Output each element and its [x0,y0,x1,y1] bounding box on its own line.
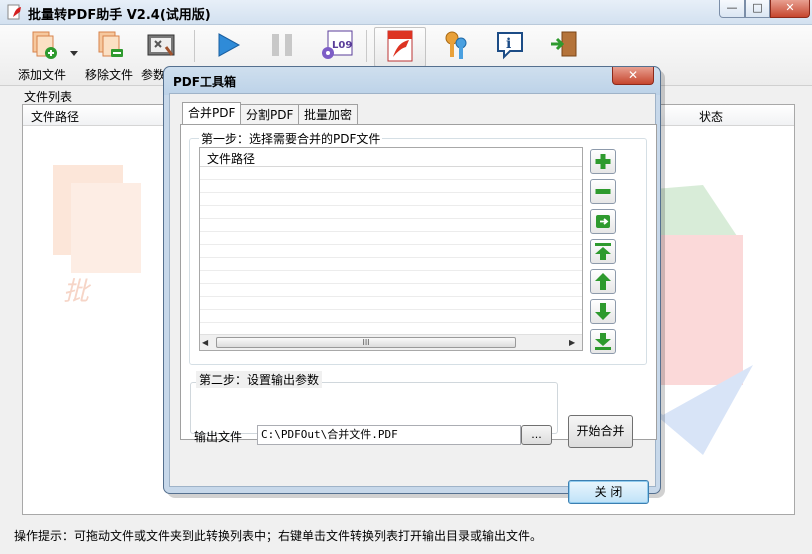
list-gridline [200,283,582,284]
move-down-button[interactable] [590,299,616,324]
move-top-icon [595,243,611,260]
add-file-button[interactable]: 添加文件 [14,28,72,83]
move-bottom-icon [595,333,611,350]
move-up-icon [595,273,611,290]
pdf-toolbox-dialog: PDF工具箱 ✕ 合并PDF 分割PDF 批量加密 第一步：选择需要合并的PDF… [163,66,661,504]
move-down-icon [595,303,611,320]
maximize-button[interactable]: □ [745,0,770,18]
list-gridline [200,322,582,323]
pdf-toolbox-button[interactable] [374,27,426,67]
list-gridline [200,270,582,271]
watermark-documents-icon: 批 [53,165,141,305]
start-merge-button[interactable]: 开始合并 [568,415,633,448]
clear-icon [596,215,610,228]
svg-text:i: i [506,36,511,52]
remove-file-label: 移除文件 [85,68,134,82]
move-top-button[interactable] [590,239,616,264]
merge-list-header: 文件路径 [200,148,582,167]
register-key-icon[interactable] [441,29,471,61]
merge-file-list[interactable]: 文件路径 ◀ III ▶ [199,147,583,351]
remove-file-button[interactable]: 移除文件 [82,28,136,83]
status-hint: 操作提示：可拖动文件或文件夹到此转换列表中；右键单击文件转换列表打开输出目录或输… [14,529,543,543]
step1-label: 第一步：选择需要合并的PDF文件 [199,130,383,147]
remove-pdf-button[interactable] [590,179,616,204]
column-file-path[interactable]: 文件路径 [31,108,79,125]
column-status[interactable]: 状态 [699,108,723,125]
add-file-icon [32,31,57,59]
list-gridline [200,231,582,232]
svg-text:批: 批 [63,277,92,305]
column-file-path[interactable]: 文件路径 [207,150,255,167]
dialog-close-button[interactable]: ✕ [612,67,654,85]
pdf-toolbox-icon [387,30,413,62]
dialog-close-text-button[interactable]: 关 闭 [568,480,649,504]
output-file-label: 输出文件 [194,430,243,444]
toolbar-separator [194,30,195,62]
list-gridline [200,192,582,193]
svg-text:L09: L09 [332,40,352,51]
app-logo-icon [7,4,21,20]
list-gridline [200,257,582,258]
toolbar-separator [366,30,367,62]
list-gridline [200,309,582,310]
list-gridline [200,179,582,180]
scroll-right-arrow[interactable]: ▶ [569,338,575,347]
remove-icon [595,189,611,194]
dialog-title: PDF工具箱 [173,75,236,89]
scroll-thumb[interactable]: III [216,337,516,348]
scroll-left-arrow[interactable]: ◀ [202,338,208,347]
dialog-body: 合并PDF 分割PDF 批量加密 第一步：选择需要合并的PDF文件 文件路径 ◀… [169,93,657,504]
clear-list-button[interactable] [590,209,616,234]
dropdown-arrow-icon[interactable] [70,51,78,57]
list-gridline [200,218,582,219]
horizontal-scrollbar[interactable]: ◀ III ▶ [200,334,582,350]
step2-label: 第二步：设置输出参数 [196,371,323,388]
close-window-button[interactable]: ✕ [770,0,810,18]
log-icon[interactable]: L09 [320,29,356,61]
add-icon [595,154,611,169]
add-pdf-button[interactable] [590,149,616,174]
title-bar: 批量转PDF助手 V2.4(试用版) — □ ✕ [0,0,812,25]
exit-door-icon[interactable] [548,29,580,61]
add-file-label: 添加文件 [18,68,67,82]
pause-icon[interactable] [268,31,296,59]
tab-batch-encrypt[interactable]: 批量加密 [298,104,359,125]
list-gridline [200,205,582,206]
remove-file-icon [98,31,123,57]
play-icon[interactable] [214,31,242,59]
about-info-icon[interactable]: i [494,29,526,61]
minimize-button[interactable]: — [719,0,745,18]
list-gridline [200,244,582,245]
params-icon [147,34,175,56]
window-title: 批量转PDF助手 V2.4(试用版) [28,8,211,23]
move-bottom-button[interactable] [590,329,616,354]
file-list-title: 文件列表 [24,90,73,104]
move-up-button[interactable] [590,269,616,294]
browse-button[interactable]: ... [521,425,552,445]
output-file-input[interactable]: C:\PDFOut\合并文件.PDF [257,425,521,445]
params-label: 参数 [141,68,166,82]
tab-split-pdf[interactable]: 分割PDF [240,104,300,125]
list-gridline [200,296,582,297]
tab-merge-pdf[interactable]: 合并PDF [182,102,242,125]
